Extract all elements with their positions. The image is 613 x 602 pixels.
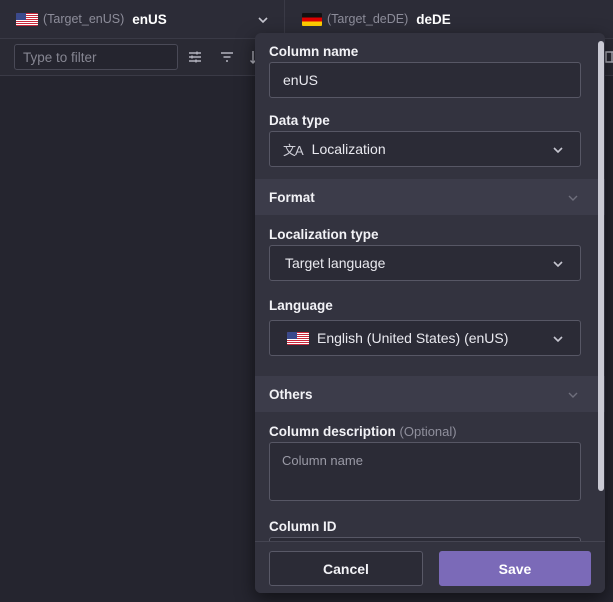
panel-scroll-area[interactable]: Column name enUS Data type 文A Localizati… xyxy=(255,33,605,541)
cancel-button[interactable]: Cancel xyxy=(269,551,423,586)
column-name-input[interactable]: enUS xyxy=(269,62,581,98)
panel-footer: Cancel Save xyxy=(255,541,605,593)
column-target-label: (Target_deDE) xyxy=(327,12,409,26)
scrollbar[interactable] xyxy=(598,41,604,491)
us-flag-icon xyxy=(287,331,309,345)
filter-icon[interactable] xyxy=(218,48,236,66)
column-name-value: enUS xyxy=(283,72,319,88)
chevron-down-icon xyxy=(567,191,579,209)
language-select[interactable]: English (United States) (enUS) xyxy=(269,320,581,356)
sliders-icon[interactable] xyxy=(186,48,204,66)
data-type-label: Data type xyxy=(269,113,330,128)
de-flag-icon xyxy=(302,12,322,26)
language-label: Language xyxy=(269,298,333,313)
column-settings-panel: Column name enUS Data type 文A Localizati… xyxy=(255,33,605,593)
column-locale-label: enUS xyxy=(132,11,167,27)
chevron-down-icon xyxy=(552,257,564,273)
localization-type-select[interactable]: Target language xyxy=(269,245,581,281)
chevron-down-icon xyxy=(567,388,579,406)
column-description-label-text: Column description xyxy=(269,424,396,439)
format-section-title: Format xyxy=(269,189,315,205)
localization-type-label: Localization type xyxy=(269,227,379,242)
chevron-down-icon xyxy=(552,332,564,348)
others-section-title: Others xyxy=(269,386,313,402)
save-button[interactable]: Save xyxy=(439,551,591,586)
format-section-header[interactable]: Format xyxy=(255,179,605,215)
optional-hint: (Optional) xyxy=(399,424,457,439)
column-id-label: Column ID xyxy=(269,519,337,534)
chevron-down-icon[interactable] xyxy=(257,14,269,26)
column-name-label: Column name xyxy=(269,44,359,59)
column-header-enus[interactable]: (Target_enUS) enUS xyxy=(0,0,285,38)
data-type-value: Localization xyxy=(311,141,386,157)
others-section-header[interactable]: Others xyxy=(255,376,605,412)
column-description-label: Column description (Optional) xyxy=(269,424,457,439)
us-flag-icon xyxy=(16,12,38,26)
filter-input[interactable] xyxy=(14,44,178,70)
column-description-input[interactable] xyxy=(269,442,581,501)
chevron-down-icon xyxy=(552,143,564,159)
localization-type-value: Target language xyxy=(285,255,386,271)
column-locale-label: deDE xyxy=(416,11,451,27)
data-type-select[interactable]: 文A Localization xyxy=(269,131,581,167)
translate-icon: 文A xyxy=(283,142,304,158)
column-target-label: (Target_enUS) xyxy=(43,12,125,26)
language-value: English (United States) (enUS) xyxy=(317,330,509,346)
